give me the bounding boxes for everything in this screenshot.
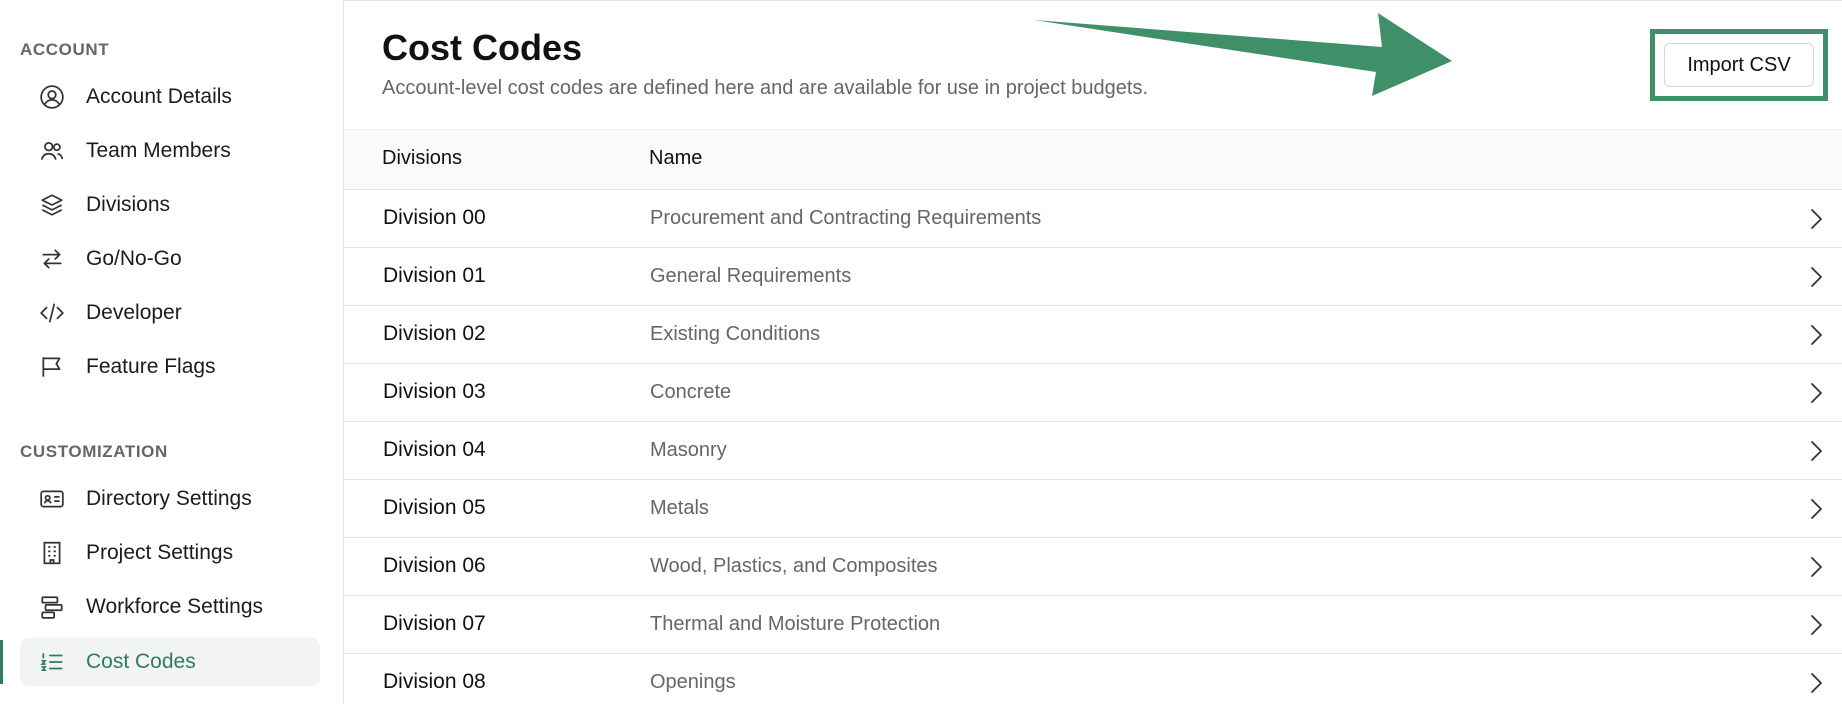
name-cell: Openings [650, 671, 736, 693]
name-cell: Existing Conditions [650, 323, 821, 345]
chevron-right-icon [1811, 441, 1822, 461]
sidebar-item-go-no-go[interactable]: Go/No-Go [20, 235, 320, 283]
user-circle-icon [38, 83, 66, 111]
chevron-right-icon [1811, 557, 1822, 577]
division-cell: Division 02 [383, 322, 486, 345]
sidebar-item-divisions[interactable]: Divisions [20, 181, 320, 229]
table-row[interactable]: Division 07 Thermal and Moisture Protect… [344, 596, 1842, 654]
table-row[interactable]: Division 04 Masonry [344, 422, 1842, 480]
name-cell: Wood, Plastics, and Composites [650, 555, 938, 577]
division-cell: Division 08 [383, 670, 486, 693]
table-row[interactable]: Division 08 Openings [344, 654, 1842, 704]
table-row[interactable]: Division 03 Concrete [344, 364, 1842, 422]
sidebar-item-label: Directory Settings [86, 487, 252, 510]
name-cell: Thermal and Moisture Protection [650, 613, 941, 635]
page-title: Cost Codes [382, 27, 583, 68]
main-content: Cost Codes Account-level cost codes are … [344, 0, 1842, 704]
import-csv-button[interactable]: Import CSV [1664, 43, 1814, 87]
chevron-right-icon [1811, 383, 1822, 403]
name-cell: Concrete [650, 381, 732, 403]
code-icon [38, 299, 66, 327]
sidebar-item-project-settings[interactable]: Project Settings [20, 529, 320, 577]
table-row[interactable]: Division 06 Wood, Plastics, and Composit… [344, 538, 1842, 596]
workforce-icon [38, 593, 66, 621]
name-cell: Procurement and Contracting Requirements [650, 207, 1042, 229]
table-row[interactable]: Division 05 Metals [344, 480, 1842, 538]
division-cell: Division 03 [383, 380, 486, 403]
sidebar-item-label: Feature Flags [86, 355, 216, 378]
layers-icon [38, 191, 66, 219]
chevron-right-icon [1811, 615, 1822, 635]
division-cell: Division 07 [383, 612, 486, 635]
sidebar-item-feature-flags[interactable]: Feature Flags [20, 343, 320, 391]
sidebar-item-account-details[interactable]: Account Details [20, 73, 320, 121]
sidebar-heading-account: ACCOUNT [20, 40, 110, 59]
name-cell: General Requirements [650, 265, 852, 287]
chevron-right-icon [1811, 499, 1822, 519]
name-cell: Masonry [650, 439, 727, 461]
division-cell: Division 05 [383, 496, 486, 519]
sidebar-item-directory-settings[interactable]: Directory Settings [20, 475, 320, 523]
app-window: ACCOUNT Account Details Team Members Div… [0, 0, 1842, 704]
sidebar: ACCOUNT Account Details Team Members Div… [0, 0, 344, 704]
cost-codes-table: Divisions Name Division 00 Procurement a… [344, 129, 1842, 704]
sidebar-item-label: Developer [86, 301, 182, 324]
sidebar-item-label: Go/No-Go [86, 247, 182, 270]
sidebar-item-label: Workforce Settings [86, 595, 264, 618]
chevron-right-icon [1811, 673, 1822, 693]
sidebar-item-workforce-settings[interactable]: Workforce Settings [20, 583, 320, 631]
table-header: Divisions Name [344, 129, 1842, 190]
sidebar-item-cost-codes[interactable]: Cost Codes [20, 638, 320, 686]
numbered-list-icon [38, 648, 66, 676]
id-card-icon [38, 485, 66, 513]
chevron-right-icon [1811, 325, 1822, 345]
sidebar-item-team-members[interactable]: Team Members [20, 127, 320, 175]
table-row[interactable]: Division 02 Existing Conditions [344, 306, 1842, 364]
division-cell: Division 01 [383, 264, 486, 287]
flag-icon [38, 353, 66, 381]
sidebar-item-label: Divisions [86, 193, 171, 216]
building-icon [38, 539, 66, 567]
sidebar-item-label: Project Settings [86, 541, 234, 564]
chevron-right-icon [1811, 267, 1822, 287]
active-indicator [0, 640, 3, 684]
sidebar-item-developer[interactable]: Developer [20, 289, 320, 337]
sidebar-item-label: Account Details [86, 85, 232, 108]
users-icon [38, 137, 66, 165]
chevron-right-icon [1811, 209, 1822, 229]
column-header-name: Name [649, 147, 703, 169]
division-cell: Division 00 [383, 206, 486, 229]
division-cell: Division 04 [383, 438, 486, 461]
annotation-arrow-icon [1034, 13, 1452, 96]
column-header-divisions: Divisions [382, 147, 463, 169]
arrows-swap-icon [38, 245, 66, 273]
sidebar-heading-customization: CUSTOMIZATION [20, 442, 168, 461]
table-row[interactable]: Division 00 Procurement and Contracting … [344, 190, 1842, 248]
sidebar-item-label: Cost Codes [86, 650, 196, 673]
division-cell: Division 06 [383, 554, 486, 577]
sidebar-item-label: Team Members [86, 139, 231, 162]
name-cell: Metals [650, 497, 709, 519]
table-row[interactable]: Division 01 General Requirements [344, 248, 1842, 306]
